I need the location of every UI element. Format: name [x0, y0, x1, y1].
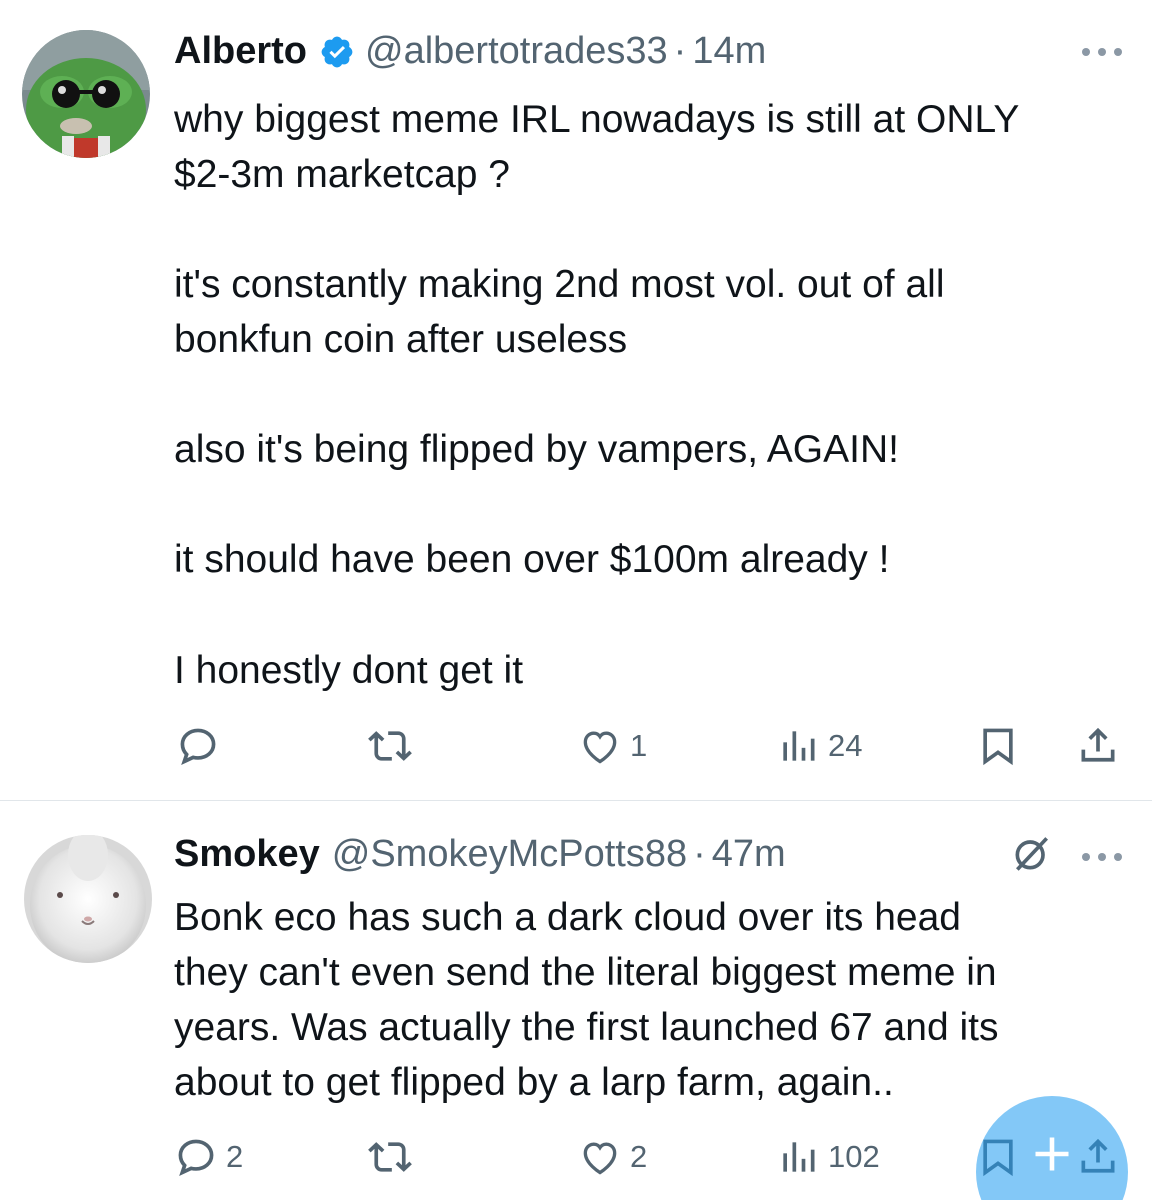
bookmark-icon	[976, 724, 1020, 768]
views-button[interactable]: 24	[776, 724, 862, 768]
reply-button[interactable]: 2	[174, 1135, 243, 1179]
tweet-smokey[interactable]: Smokey @SmokeyMcPotts88 · 47m Bonk eco h…	[0, 801, 1152, 1200]
views-icon	[776, 724, 820, 768]
avatar[interactable]	[24, 835, 152, 963]
views-count: 102	[828, 1139, 880, 1174]
verified-badge-icon	[319, 34, 355, 70]
compose-icon	[1030, 1137, 1074, 1181]
repost-icon	[368, 724, 412, 768]
repost-icon	[368, 1135, 412, 1179]
views-icon	[776, 1135, 820, 1179]
author-name[interactable]: Alberto	[174, 30, 307, 73]
text-line: years. Was actually the first launched 6…	[174, 1006, 999, 1049]
paragraph: why biggest meme IRL nowadays is still a…	[174, 92, 1124, 202]
repost-button[interactable]	[368, 1135, 412, 1179]
reply-icon	[176, 724, 220, 768]
timestamp[interactable]: 14m	[692, 30, 766, 73]
text-line: it's constantly making 2nd most vol. out…	[174, 263, 945, 306]
text-line: Bonk eco has such a dark cloud over its …	[174, 896, 961, 939]
share-icon	[1076, 724, 1120, 768]
text-line: bonkfun coin after useless	[174, 318, 628, 361]
like-count: 2	[630, 1139, 648, 1174]
more-icon[interactable]	[1082, 42, 1122, 62]
text-line: they can't even send the literal biggest…	[174, 951, 997, 994]
more-icon[interactable]	[1082, 847, 1122, 867]
like-icon	[578, 1135, 622, 1179]
text-line: $2-3m marketcap ?	[174, 153, 510, 196]
tweet-header: Alberto @albertotrades33 · 14m	[174, 30, 766, 73]
tweet-text: Bonk eco has such a dark cloud over its …	[174, 890, 1124, 1110]
repost-button[interactable]	[368, 724, 412, 768]
share-button[interactable]	[1076, 724, 1120, 768]
text-line: why biggest meme IRL nowadays is still a…	[174, 98, 1020, 141]
like-button[interactable]: 2	[578, 1135, 647, 1179]
separator-dot: ·	[693, 833, 706, 875]
reply-button[interactable]	[176, 724, 220, 768]
author-handle[interactable]: @albertotrades33	[365, 30, 668, 73]
author-handle[interactable]: @SmokeyMcPotts88	[332, 833, 687, 876]
like-button[interactable]: 1	[578, 724, 647, 768]
bookmark-button[interactable]	[976, 724, 1020, 768]
tweet-header: Smokey @SmokeyMcPotts88 · 47m	[174, 833, 786, 876]
like-icon	[578, 724, 622, 768]
grok-icon[interactable]	[1010, 831, 1054, 875]
timestamp[interactable]: 47m	[712, 833, 786, 876]
author-name[interactable]: Smokey	[174, 833, 320, 876]
tweet-alberto[interactable]: Alberto @albertotrades33 · 14m why bigge…	[0, 0, 1152, 800]
text-line: I honestly dont get it	[174, 649, 524, 692]
views-count: 24	[828, 728, 863, 763]
paragraph: it should have been over $100m already !	[174, 532, 1124, 587]
reply-count: 2	[226, 1139, 244, 1174]
paragraph: it's constantly making 2nd most vol. out…	[174, 257, 1124, 367]
views-button[interactable]: 102	[776, 1135, 880, 1179]
text-line: also it's being flipped by vampers, AGAI…	[174, 428, 899, 471]
separator-dot: ·	[673, 30, 687, 72]
text-line: it should have been over $100m already !	[174, 538, 890, 581]
paragraph: I honestly dont get it	[174, 643, 1124, 698]
paragraph: also it's being flipped by vampers, AGAI…	[174, 422, 1124, 477]
like-count: 1	[630, 728, 648, 763]
reply-icon	[174, 1135, 218, 1179]
avatar[interactable]	[22, 30, 150, 158]
text-line: about to get flipped by a larp farm, aga…	[174, 1061, 894, 1104]
